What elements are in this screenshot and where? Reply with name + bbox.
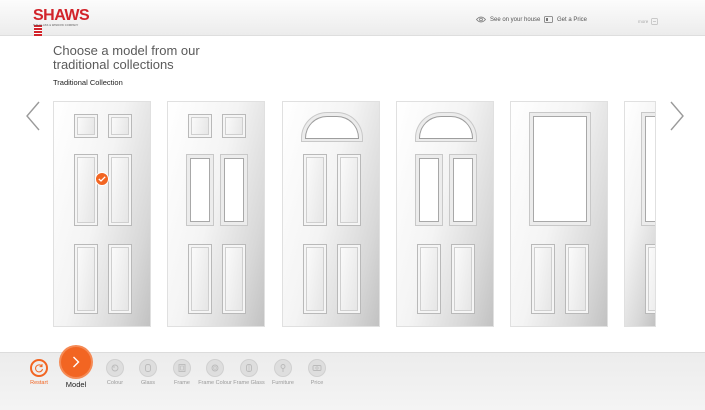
see-on-house-label: See on your house [490, 16, 541, 23]
door-option-1[interactable] [53, 101, 151, 327]
price-label: Price [310, 380, 324, 386]
frame-glass-label: Frame Glass [233, 380, 265, 386]
prev-arrow-icon[interactable] [24, 101, 42, 131]
furniture-label: Furniture [271, 380, 294, 386]
furniture-step[interactable]: Furniture [266, 359, 300, 387]
more-label: more [638, 19, 649, 24]
next-arrow-icon[interactable] [668, 101, 686, 131]
step-bar: Restart Model Colour Glass Frame Frame C… [0, 347, 705, 410]
menu-icon [651, 18, 659, 25]
logo-text: SHAWS [33, 7, 90, 24]
frame-glass-step[interactable]: Frame Glass [232, 359, 266, 387]
colour-icon [111, 364, 119, 372]
frame-icon [178, 364, 186, 372]
frame-colour-label: Frame Colour [198, 380, 232, 386]
frame-glass-icon [246, 364, 252, 372]
model-step[interactable]: Model [59, 347, 93, 389]
logo-tagline: THE GLASS & WINDOW COMPANY [33, 24, 79, 27]
colour-step[interactable]: Colour [98, 359, 132, 387]
frame-colour-icon [211, 364, 219, 372]
door-option-2[interactable] [167, 101, 265, 327]
glass-label: Glass [140, 380, 156, 386]
model-label: Model [65, 380, 87, 389]
collection-label: Traditional Collection [53, 78, 123, 87]
price-icon [312, 365, 322, 371]
selected-check-icon [95, 172, 109, 186]
page-title: Choose a model from our traditional coll… [53, 43, 200, 72]
price-tag-icon [544, 16, 553, 23]
glass-step[interactable]: Glass [131, 359, 165, 387]
chevron-right-icon [73, 356, 80, 368]
furniture-icon [280, 364, 286, 372]
door-option-6[interactable] [624, 101, 656, 327]
see-on-house-link[interactable]: See on your house [476, 16, 540, 23]
configurator-page: SHAWS THE GLASS & WINDOW COMPANY See on … [0, 0, 705, 410]
door-option-3[interactable] [282, 101, 380, 327]
restart-label: Restart [30, 380, 48, 386]
get-price-label: Get a Price [557, 16, 588, 23]
restart-step[interactable]: Restart [22, 359, 56, 387]
restart-icon [35, 364, 43, 373]
more-menu[interactable]: more [638, 18, 659, 25]
door-option-4[interactable] [396, 101, 494, 327]
top-bar: SHAWS THE GLASS & WINDOW COMPANY See on … [0, 0, 705, 37]
frame-step[interactable]: Frame [165, 359, 199, 387]
eye-icon [476, 16, 486, 23]
door-option-5[interactable] [510, 101, 608, 327]
frame-label: Frame [174, 380, 190, 386]
colour-label: Colour [106, 380, 124, 386]
glass-icon [145, 364, 151, 372]
frame-colour-step[interactable]: Frame Colour [198, 359, 232, 387]
price-step[interactable]: Price [300, 359, 334, 387]
get-price-link[interactable]: Get a Price [544, 16, 587, 23]
shaws-logo[interactable]: SHAWS THE GLASS & WINDOW COMPANY [33, 7, 95, 37]
